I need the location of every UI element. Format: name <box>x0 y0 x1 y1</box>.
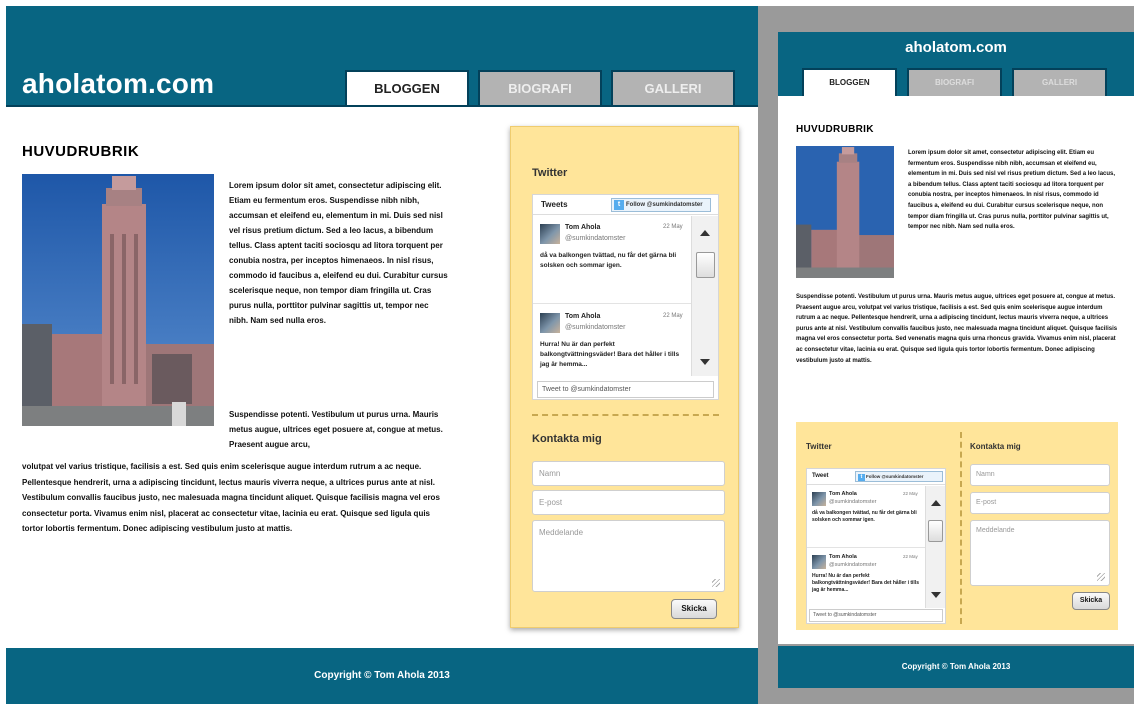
helsinki-railway-station-photo <box>796 146 894 278</box>
follow-label: Follow @sumkindatomster <box>866 474 924 479</box>
article-heading: HUVUDRUBRIK <box>22 143 140 160</box>
header-divider <box>6 105 758 107</box>
mobile-footer-copyright: Copyright © Tom Ahola 2013 <box>901 662 1011 671</box>
twitter-heading: Twitter <box>532 167 568 179</box>
tweets-scrollbar[interactable] <box>925 486 945 608</box>
contact-heading: Kontakta mig <box>532 433 602 445</box>
tweet-item[interactable]: Tom Ahola @sumkindatomster 22 May då va … <box>533 216 691 304</box>
tweet-item[interactable]: Tom Ahola @sumkindatomster 22 May Hurra!… <box>807 549 925 605</box>
sidebar-divider <box>532 414 719 416</box>
mobile-name-field[interactable]: Namn <box>970 464 1110 486</box>
name-field[interactable]: Namn <box>532 461 725 486</box>
mobile-body: HUVUDRUBRIK Lorem ipsum dolor sit amet, … <box>778 96 1134 644</box>
mobile-footer: Copyright © Tom Ahola 2013 <box>778 646 1134 688</box>
sidebar-divider <box>960 432 962 624</box>
tweet-date[interactable]: 22 May <box>663 313 683 319</box>
article-paragraph-2-rest: volutpat vel varius tristique, facilisis… <box>22 462 440 533</box>
avatar <box>812 492 826 506</box>
scrollbar-thumb[interactable] <box>696 252 715 278</box>
tweet-author[interactable]: Tom Ahola <box>565 313 600 320</box>
scroll-down-icon[interactable] <box>931 592 941 598</box>
avatar <box>540 313 560 333</box>
tweet-handle[interactable]: @sumkindatomster <box>829 499 876 505</box>
bottom-margin <box>778 688 1134 704</box>
tab-bloggen[interactable]: BLOGGEN <box>345 70 469 106</box>
tweet-handle[interactable]: @sumkindatomster <box>565 235 625 242</box>
send-button[interactable]: Skicka <box>671 599 717 619</box>
scrollbar-thumb[interactable] <box>928 520 943 542</box>
tweet-to-input[interactable]: Tweet to @sumkindatomster <box>537 381 714 398</box>
scroll-up-icon[interactable] <box>700 230 710 236</box>
tweet-text: Hurra! Nu är dan perfekt balkongtvättnin… <box>812 573 919 593</box>
mobile-layout: aholatom.com BLOGGEN BIOGRAFI GALLERI HU… <box>778 6 1134 704</box>
avatar <box>812 555 826 569</box>
desktop-layout: aholatom.com BLOGGEN BIOGRAFI GALLERI HU… <box>6 6 758 704</box>
sidebar: Twitter Tweets t Follow @sumkindatomster … <box>510 126 739 628</box>
tweets-header: Tweet t Follow @sumkindatomster <box>807 469 945 485</box>
tweet-date[interactable]: 22 May <box>903 554 918 559</box>
helsinki-railway-station-photo <box>22 174 214 426</box>
tweet-author[interactable]: Tom Ahola <box>829 554 857 560</box>
mobile-sidebar: Twitter Tweet t Follow @sumkindatomster T… <box>796 422 1118 630</box>
article-paragraph-1: Lorem ipsum dolor sit amet, consectetur … <box>229 181 448 325</box>
twitter-bird-icon: t <box>614 200 624 210</box>
mobile-article-paragraph-1: Lorem ipsum dolor sit amet, consectetur … <box>908 150 1116 231</box>
responsive-mockup-canvas: aholatom.com BLOGGEN BIOGRAFI GALLERI HU… <box>0 0 1134 704</box>
mobile-email-field[interactable]: E-post <box>970 492 1110 514</box>
tweet-author[interactable]: Tom Ahola <box>565 224 600 231</box>
tweet-text: då va balkongen tvättad, nu får det gärn… <box>540 252 677 269</box>
tweet-item[interactable]: Tom Ahola @sumkindatomster 22 May då va … <box>807 486 925 548</box>
tweets-scrollbar[interactable] <box>691 216 718 376</box>
email-field[interactable]: E-post <box>532 490 725 515</box>
tab-biografi[interactable]: BIOGRAFI <box>478 70 602 105</box>
message-placeholder: Meddelande <box>976 527 1015 534</box>
mobile-twitter-heading: Twitter <box>806 442 832 451</box>
scroll-up-icon[interactable] <box>931 500 941 506</box>
tweet-text: Hurra! Nu är dan perfekt balkongtvättnin… <box>540 341 680 368</box>
tweet-item[interactable]: Tom Ahola @sumkindatomster 22 May Hurra!… <box>533 305 691 383</box>
article-paragraph-2-wrap: Suspendisse potenti. Vestibulum ut purus… <box>229 410 443 449</box>
tweets-label: Tweets <box>541 200 568 209</box>
mobile-article-heading: HUVUDRUBRIK <box>796 124 874 135</box>
message-field[interactable]: Meddelande <box>532 520 725 592</box>
mobile-article-paragraph-2: Suspendisse potenti. Vestibulum ut purus… <box>796 294 1118 364</box>
scroll-down-icon[interactable] <box>700 359 710 365</box>
mobile-message-field[interactable]: Meddelande <box>970 520 1110 586</box>
tweet-handle[interactable]: @sumkindatomster <box>565 324 625 331</box>
site-footer: Copyright © Tom Ahola 2013 <box>6 648 758 704</box>
site-logo[interactable]: aholatom.com <box>22 68 214 100</box>
follow-label: Follow @sumkindatomster <box>626 202 703 208</box>
tweet-to-input[interactable]: Tweet to @sumkindatomster <box>809 609 943 622</box>
avatar <box>540 224 560 244</box>
mobile-tab-galleri[interactable]: GALLERI <box>1012 68 1107 96</box>
mobile-tab-bloggen[interactable]: BLOGGEN <box>802 68 897 96</box>
resize-grip-icon[interactable] <box>1097 573 1105 581</box>
twitter-bird-icon: t <box>858 474 865 481</box>
tweet-text: då va balkongen tvättad, nu får det gärn… <box>812 510 917 523</box>
footer-copyright: Copyright © Tom Ahola 2013 <box>314 670 450 681</box>
follow-button[interactable]: t Follow @sumkindatomster <box>855 471 943 482</box>
mobile-send-button[interactable]: Skicka <box>1072 592 1110 610</box>
layout-gutter <box>758 6 778 704</box>
twitter-widget: Tweets t Follow @sumkindatomster Tom Ahol… <box>532 194 719 400</box>
follow-button[interactable]: t Follow @sumkindatomster <box>611 198 711 212</box>
mobile-site-logo[interactable]: aholatom.com <box>778 39 1134 56</box>
message-placeholder: Meddelande <box>539 528 584 537</box>
tab-galleri[interactable]: GALLERI <box>611 70 735 105</box>
tweet-date[interactable]: 22 May <box>663 224 683 230</box>
mobile-twitter-widget: Tweet t Follow @sumkindatomster Tom Ahola… <box>806 468 946 624</box>
resize-grip-icon[interactable] <box>712 579 720 587</box>
tweet-handle[interactable]: @sumkindatomster <box>829 562 876 568</box>
mobile-contact-heading: Kontakta mig <box>970 442 1021 451</box>
mobile-tab-biografi[interactable]: BIOGRAFI <box>907 68 1002 96</box>
tweet-author[interactable]: Tom Ahola <box>829 491 857 497</box>
tweets-label: Tweet <box>812 473 829 479</box>
tweet-date[interactable]: 22 May <box>903 491 918 496</box>
tweets-header: Tweets t Follow @sumkindatomster <box>533 195 718 215</box>
